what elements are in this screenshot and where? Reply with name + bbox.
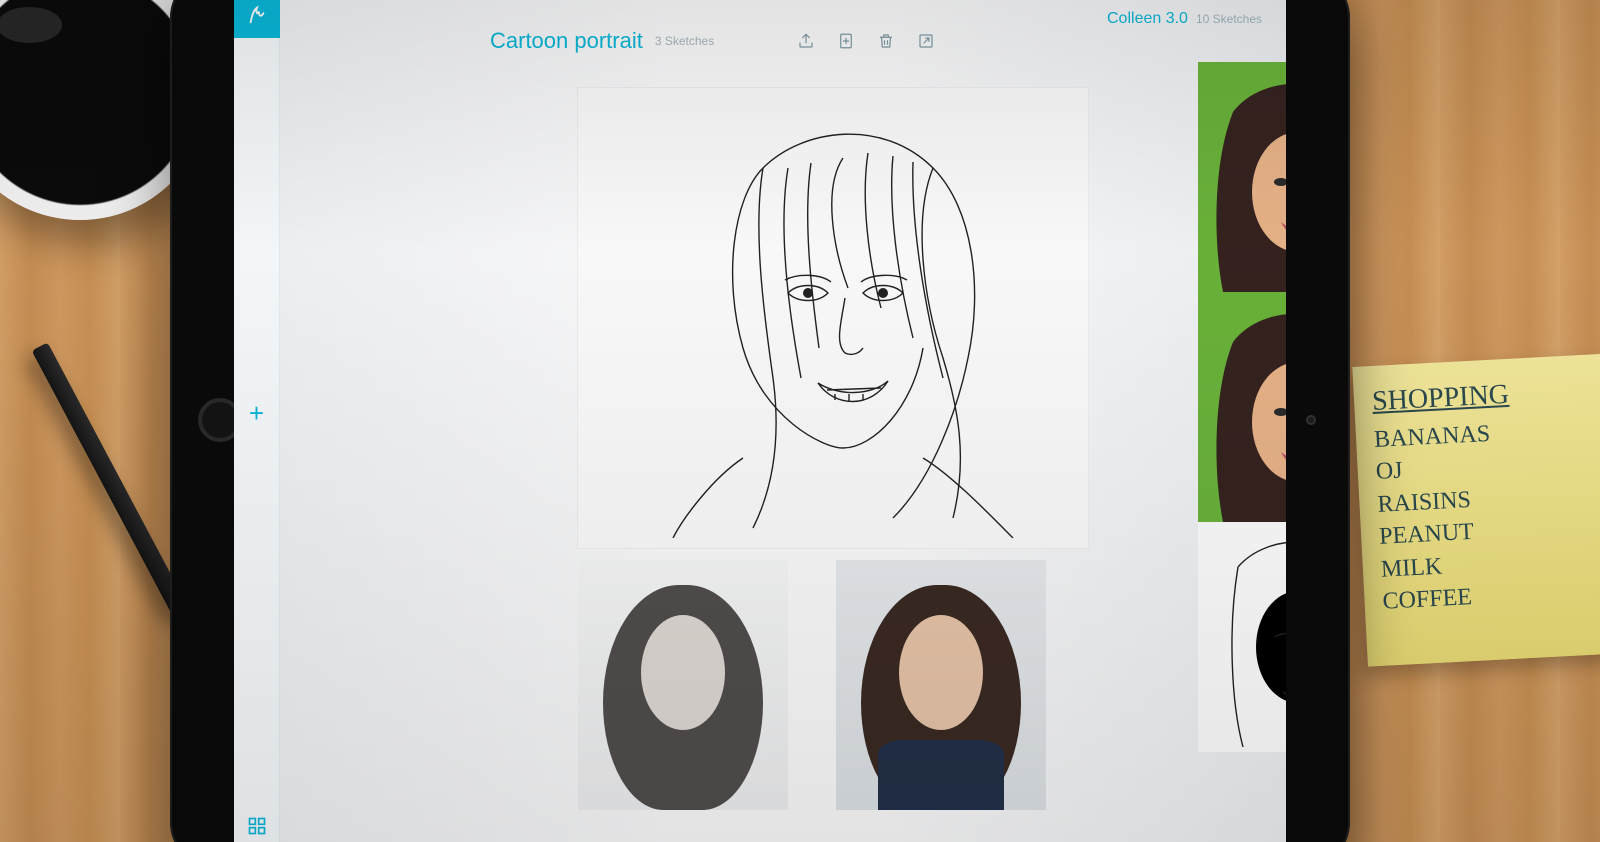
workspace: Colleen 3.0 10 Sketches Cartoon portrait…	[280, 0, 1286, 842]
desk-backdrop: SHOPPING BANANAS OJ RAISINS PEANUT MILK …	[0, 0, 1600, 842]
main-sketch-canvas[interactable]	[578, 88, 1088, 548]
sticky-note: SHOPPING BANANAS OJ RAISINS PEANUT MILK …	[1352, 353, 1600, 666]
trash-icon[interactable]	[876, 31, 896, 51]
camera-dot	[1306, 415, 1316, 425]
share-icon[interactable]	[796, 31, 816, 51]
new-project-button[interactable]: +	[249, 398, 264, 429]
thumb-photo	[578, 560, 788, 810]
grid-view-button[interactable]	[247, 816, 267, 836]
app-screen: + Colleen 3.0 10 Sketches Cartoon portra…	[234, 0, 1286, 842]
account-name: Colleen 3.0	[1107, 10, 1188, 28]
account-area[interactable]: Colleen 3.0 10 Sketches	[1107, 10, 1262, 28]
ipad-device: + Colleen 3.0 10 Sketches Cartoon portra…	[170, 0, 1350, 842]
project-title[interactable]: Cartoon portrait	[490, 28, 643, 54]
project-subtitle: 3 Sketches	[655, 34, 714, 48]
app-logo-icon[interactable]	[234, 0, 280, 38]
account-meta: 10 Sketches	[1196, 12, 1262, 26]
project-toolbar	[796, 31, 936, 51]
project-card-color[interactable]	[1198, 292, 1286, 522]
sidebar: +	[234, 0, 280, 842]
thumbnail-sketch-overlay[interactable]	[578, 560, 788, 810]
other-projects-column	[1198, 62, 1286, 752]
export-icon[interactable]	[916, 31, 936, 51]
pencil	[32, 342, 189, 615]
thumb-photo	[836, 560, 1046, 810]
project-card-color[interactable]	[1198, 62, 1286, 292]
project-card-line[interactable]	[1198, 522, 1286, 752]
add-page-icon[interactable]	[836, 31, 856, 51]
thumbnail-photo[interactable]	[836, 560, 1046, 810]
project-header: Cartoon portrait 3 Sketches	[490, 28, 936, 54]
sticky-heading: SHOPPING	[1371, 374, 1596, 418]
